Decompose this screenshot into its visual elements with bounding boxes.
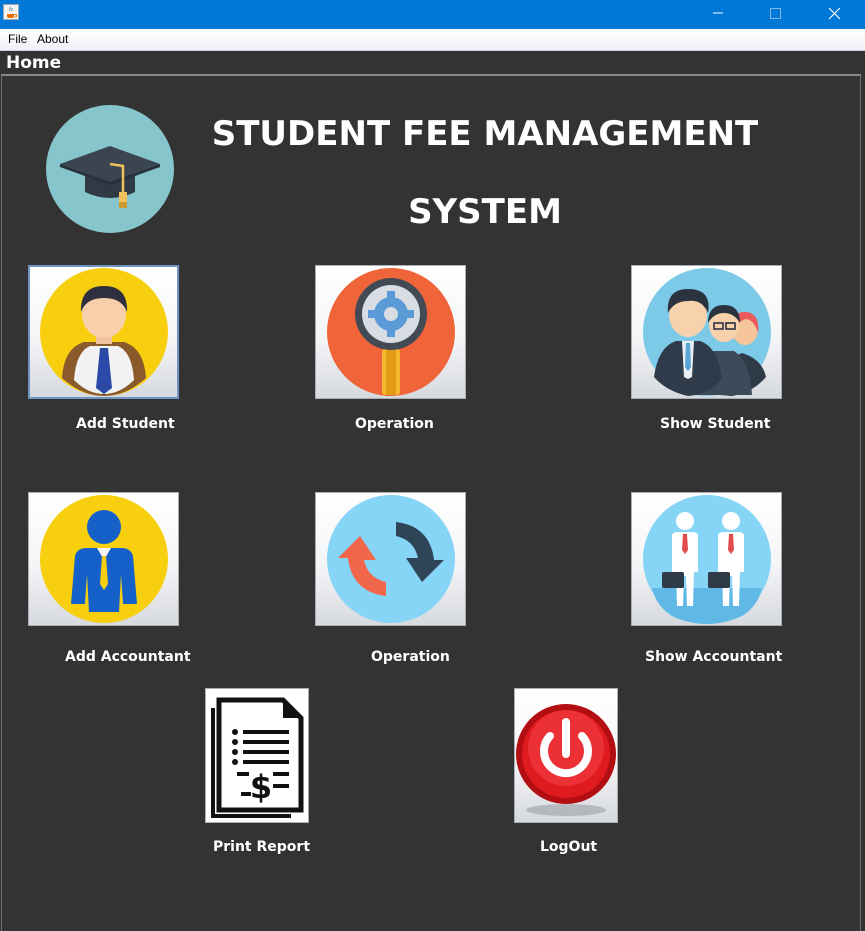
student-operation-label: Operation [355,416,434,432]
page-title-line1: STUDENT FEE MANAGEMENT [211,114,759,154]
invoice-icon: $ [211,697,304,818]
student-icon [39,268,168,396]
close-icon [828,7,841,20]
tab-home[interactable]: Home [6,53,61,73]
show-accountant-label: Show Accountant [645,649,783,665]
page-title-line2: SYSTEM [408,192,562,232]
logout-label: LogOut [540,839,598,855]
refresh-arrows-icon [326,495,455,623]
minimize-button[interactable] [691,0,745,29]
menu-file[interactable]: File [8,32,27,46]
add-accountant-button[interactable] [28,492,179,626]
java-app-icon [3,4,19,20]
accountant-operation-button[interactable] [315,492,466,626]
print-report-label: Print Report [213,839,311,855]
add-accountant-label: Add Accountant [65,649,191,665]
graduation-cap-icon [46,105,174,233]
minimize-icon [713,12,723,14]
menu-about[interactable]: About [37,32,68,46]
maximize-icon [770,8,781,19]
add-student-label: Add Student [76,416,175,432]
print-report-button[interactable]: $ [205,688,309,823]
show-accountant-button[interactable] [631,492,782,626]
magnifier-gear-icon [326,268,455,396]
logout-button[interactable] [514,688,618,823]
show-student-label: Show Student [660,416,771,432]
add-student-button[interactable] [28,265,179,399]
window-titlebar [0,0,865,29]
accountant-operation-label: Operation [371,649,450,665]
svg-text:$: $ [250,768,272,806]
menu-bar: File About [0,29,865,51]
close-button[interactable] [808,0,862,29]
tab-bar: Home [0,51,865,75]
student-operation-button[interactable] [315,265,466,399]
accountant-icon [39,495,168,623]
accountants-group-icon [642,495,771,624]
power-icon [516,703,616,816]
students-group-icon [642,268,771,396]
show-student-button[interactable] [631,265,782,399]
maximize-button[interactable] [748,0,802,29]
